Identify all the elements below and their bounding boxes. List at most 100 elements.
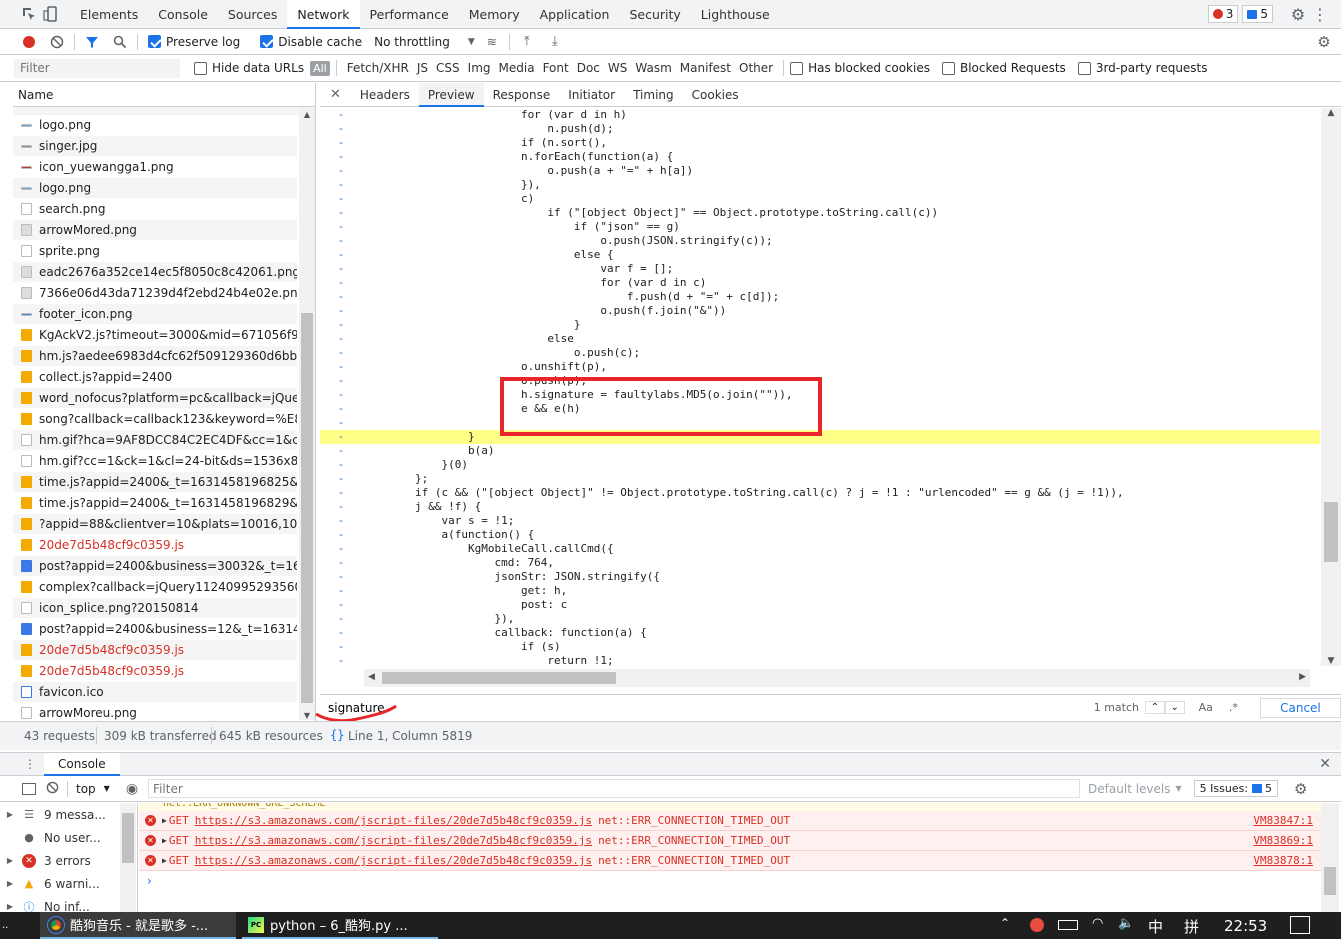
devtools-tab-application[interactable]: Application bbox=[530, 0, 620, 29]
third-party-requests-checkbox[interactable]: 3rd-party requests bbox=[1077, 61, 1208, 75]
notification-center-icon[interactable] bbox=[1290, 916, 1310, 934]
console-error-row[interactable]: ✕ ▶ GET https://s3.amazonaws.com/jscript-fi… bbox=[139, 831, 1321, 851]
request-row[interactable]: search.png bbox=[13, 199, 297, 220]
request-list-scrollbar[interactable]: ▲ ▼ bbox=[299, 108, 315, 720]
request-row[interactable]: icon_splice.png?20150814 bbox=[13, 598, 297, 619]
close-detail-icon[interactable]: ✕ bbox=[320, 87, 351, 102]
issues-button[interactable]: 5 Issues: 5 bbox=[1193, 780, 1279, 797]
clear-console-icon[interactable] bbox=[46, 781, 59, 797]
console-sidebar-item[interactable]: ▶ ⓘ No inf... bbox=[0, 895, 137, 914]
filter-type-manifest[interactable]: Manifest bbox=[676, 61, 735, 75]
filter-type-other[interactable]: Other bbox=[735, 61, 777, 75]
detail-tab-cookies[interactable]: Cookies bbox=[683, 83, 748, 107]
request-row[interactable]: post?appid=2400&business=30032&_t=163145 bbox=[13, 556, 297, 577]
devtools-tab-security[interactable]: Security bbox=[619, 0, 690, 29]
console-settings-gear-icon[interactable]: ⚙ bbox=[1294, 780, 1307, 798]
request-row[interactable]: icon_yuewangga1.png bbox=[13, 157, 297, 178]
disable-cache-checkbox[interactable]: Disable cache bbox=[260, 35, 362, 49]
context-select[interactable]: top ▼ bbox=[76, 782, 110, 796]
scroll-right-arrow-icon[interactable]: ▶ bbox=[1299, 672, 1306, 682]
export-har-download-icon[interactable]: ⤓ bbox=[544, 31, 566, 53]
taskbar-app-pycharm[interactable]: PC python – 6_酷狗.py ... bbox=[242, 912, 438, 939]
scroll-left-arrow-icon[interactable]: ◀ bbox=[368, 672, 375, 682]
filter-funnel-icon[interactable] bbox=[81, 31, 103, 53]
search-cancel-button[interactable]: Cancel bbox=[1259, 697, 1341, 718]
detail-tab-headers[interactable]: Headers bbox=[351, 83, 419, 107]
tray-expand-chevron-icon[interactable]: ⌃ bbox=[1000, 916, 1010, 930]
search-icon[interactable] bbox=[109, 31, 131, 53]
search-input[interactable] bbox=[324, 697, 1084, 718]
console-sidebar-item[interactable]: ▶ ✕ 3 errors bbox=[0, 849, 137, 872]
request-row[interactable]: post?appid=2400&business=12&_t=163145804… bbox=[13, 619, 297, 640]
drawer-menu-icon[interactable]: ⋮ bbox=[24, 757, 36, 771]
messages-badge[interactable]: 5 bbox=[1242, 5, 1273, 23]
network-settings-gear-icon[interactable]: ⚙ bbox=[1313, 31, 1335, 53]
request-row[interactable]: collect.js?appid=2400 bbox=[13, 367, 297, 388]
devtools-tab-sources[interactable]: Sources bbox=[218, 0, 287, 29]
detail-tab-response[interactable]: Response bbox=[484, 83, 560, 107]
filter-type-doc[interactable]: Doc bbox=[573, 61, 604, 75]
request-row[interactable]: word_nofocus?platform=pc&callback=jQuery… bbox=[13, 388, 297, 409]
expand-arrow-icon[interactable]: ▶ bbox=[0, 879, 20, 888]
console-filter-input[interactable] bbox=[148, 779, 1081, 798]
more-options-icon[interactable]: ⋮ bbox=[1309, 3, 1331, 25]
regex-button[interactable]: .* bbox=[1229, 701, 1238, 714]
settings-gear-icon[interactable]: ⚙ bbox=[1287, 3, 1309, 25]
ime-mode-indicator[interactable]: 拼 bbox=[1184, 916, 1199, 937]
request-row[interactable]: logo.png bbox=[13, 178, 297, 199]
blocked-requests-checkbox[interactable]: Blocked Requests bbox=[941, 61, 1066, 75]
console-prompt[interactable]: › bbox=[139, 871, 1321, 891]
ime-language-indicator[interactable]: 中 bbox=[1148, 916, 1163, 937]
inspect-element-icon[interactable] bbox=[18, 3, 40, 25]
console-sidebar-item[interactable]: ▶ ☰ 9 messa... bbox=[0, 803, 137, 826]
preserve-log-checkbox[interactable]: Preserve log bbox=[148, 35, 240, 49]
expand-arrow-icon[interactable]: ▶ bbox=[162, 836, 167, 845]
filter-type-ws[interactable]: WS bbox=[604, 61, 631, 75]
live-expression-eye-icon[interactable]: ◉ bbox=[126, 781, 138, 797]
request-row[interactable]: favicon.ico bbox=[13, 682, 297, 703]
request-row[interactable]: complex?callback=jQuery11240995293560260… bbox=[13, 577, 297, 598]
console-sidebar-item[interactable]: ● No user... bbox=[0, 826, 137, 849]
scrollbar-thumb[interactable] bbox=[301, 313, 313, 703]
has-blocked-cookies-checkbox[interactable]: Has blocked cookies bbox=[790, 61, 930, 75]
throttling-select[interactable]: No throttling ▼ bbox=[374, 35, 475, 49]
taskbar-clock[interactable]: 22:53 bbox=[1224, 917, 1267, 935]
filter-type-css[interactable]: CSS bbox=[432, 61, 464, 75]
request-row[interactable]: ?appid=88&clientver=10&plats=10016,10017… bbox=[13, 514, 297, 535]
filter-type-all[interactable]: All bbox=[310, 60, 330, 76]
taskbar-app-chrome[interactable]: 酷狗音乐 - 就是歌多 -... bbox=[40, 912, 236, 939]
name-column-header[interactable]: Name bbox=[13, 83, 315, 107]
expand-arrow-icon[interactable]: ▶ bbox=[0, 810, 20, 819]
devtools-tab-elements[interactable]: Elements bbox=[70, 0, 148, 29]
hide-data-urls-checkbox[interactable]: Hide data URLs bbox=[194, 61, 304, 75]
request-row[interactable]: time.js?appid=2400&_t=1631458196825&_r=0… bbox=[13, 472, 297, 493]
request-row[interactable]: singer.jpg bbox=[13, 136, 297, 157]
scroll-up-arrow-icon[interactable]: ▲ bbox=[299, 108, 315, 122]
next-match-chevron-down-icon[interactable]: ⌄ bbox=[1164, 701, 1185, 714]
expand-arrow-icon[interactable]: ▶ bbox=[0, 856, 20, 865]
tray-app-icon[interactable] bbox=[1030, 918, 1044, 932]
close-drawer-icon[interactable]: ✕ bbox=[1319, 756, 1331, 772]
filter-type-fetch-xhr[interactable]: Fetch/XHR bbox=[343, 61, 413, 75]
request-row[interactable]: logo.png bbox=[13, 115, 297, 136]
request-row[interactable]: eadc2676a352ce14ec5f8050c8c42061.png bbox=[13, 262, 297, 283]
devtools-tab-memory[interactable]: Memory bbox=[459, 0, 530, 29]
devtools-tab-performance[interactable]: Performance bbox=[360, 0, 459, 29]
log-source-link[interactable]: VM83869:1 bbox=[1253, 834, 1313, 847]
show-sidebar-icon[interactable] bbox=[22, 782, 36, 795]
console-sidebar-scrollbar[interactable] bbox=[120, 803, 136, 913]
expand-arrow-icon[interactable]: ▶ bbox=[162, 856, 167, 865]
tray-battery-icon[interactable] bbox=[1058, 920, 1078, 930]
request-row[interactable]: sprite.png bbox=[13, 241, 297, 262]
expand-arrow-icon[interactable]: ▶ bbox=[162, 816, 167, 825]
filter-type-media[interactable]: Media bbox=[495, 61, 539, 75]
device-toolbar-icon[interactable] bbox=[40, 3, 62, 25]
tray-volume-icon[interactable]: 🔈 bbox=[1118, 916, 1134, 931]
code-horizontal-scrollbar[interactable]: ◀ ▶ bbox=[364, 669, 1310, 687]
request-row[interactable]: 20de7d5b48cf9c0359.js bbox=[13, 661, 297, 682]
filter-input[interactable] bbox=[14, 58, 180, 78]
expand-arrow-icon[interactable]: ▶ bbox=[0, 902, 20, 911]
pretty-print-icon[interactable]: {} bbox=[330, 728, 344, 742]
filter-type-js[interactable]: JS bbox=[413, 61, 432, 75]
tray-network-wifi-icon[interactable]: ◠ bbox=[1092, 916, 1103, 931]
